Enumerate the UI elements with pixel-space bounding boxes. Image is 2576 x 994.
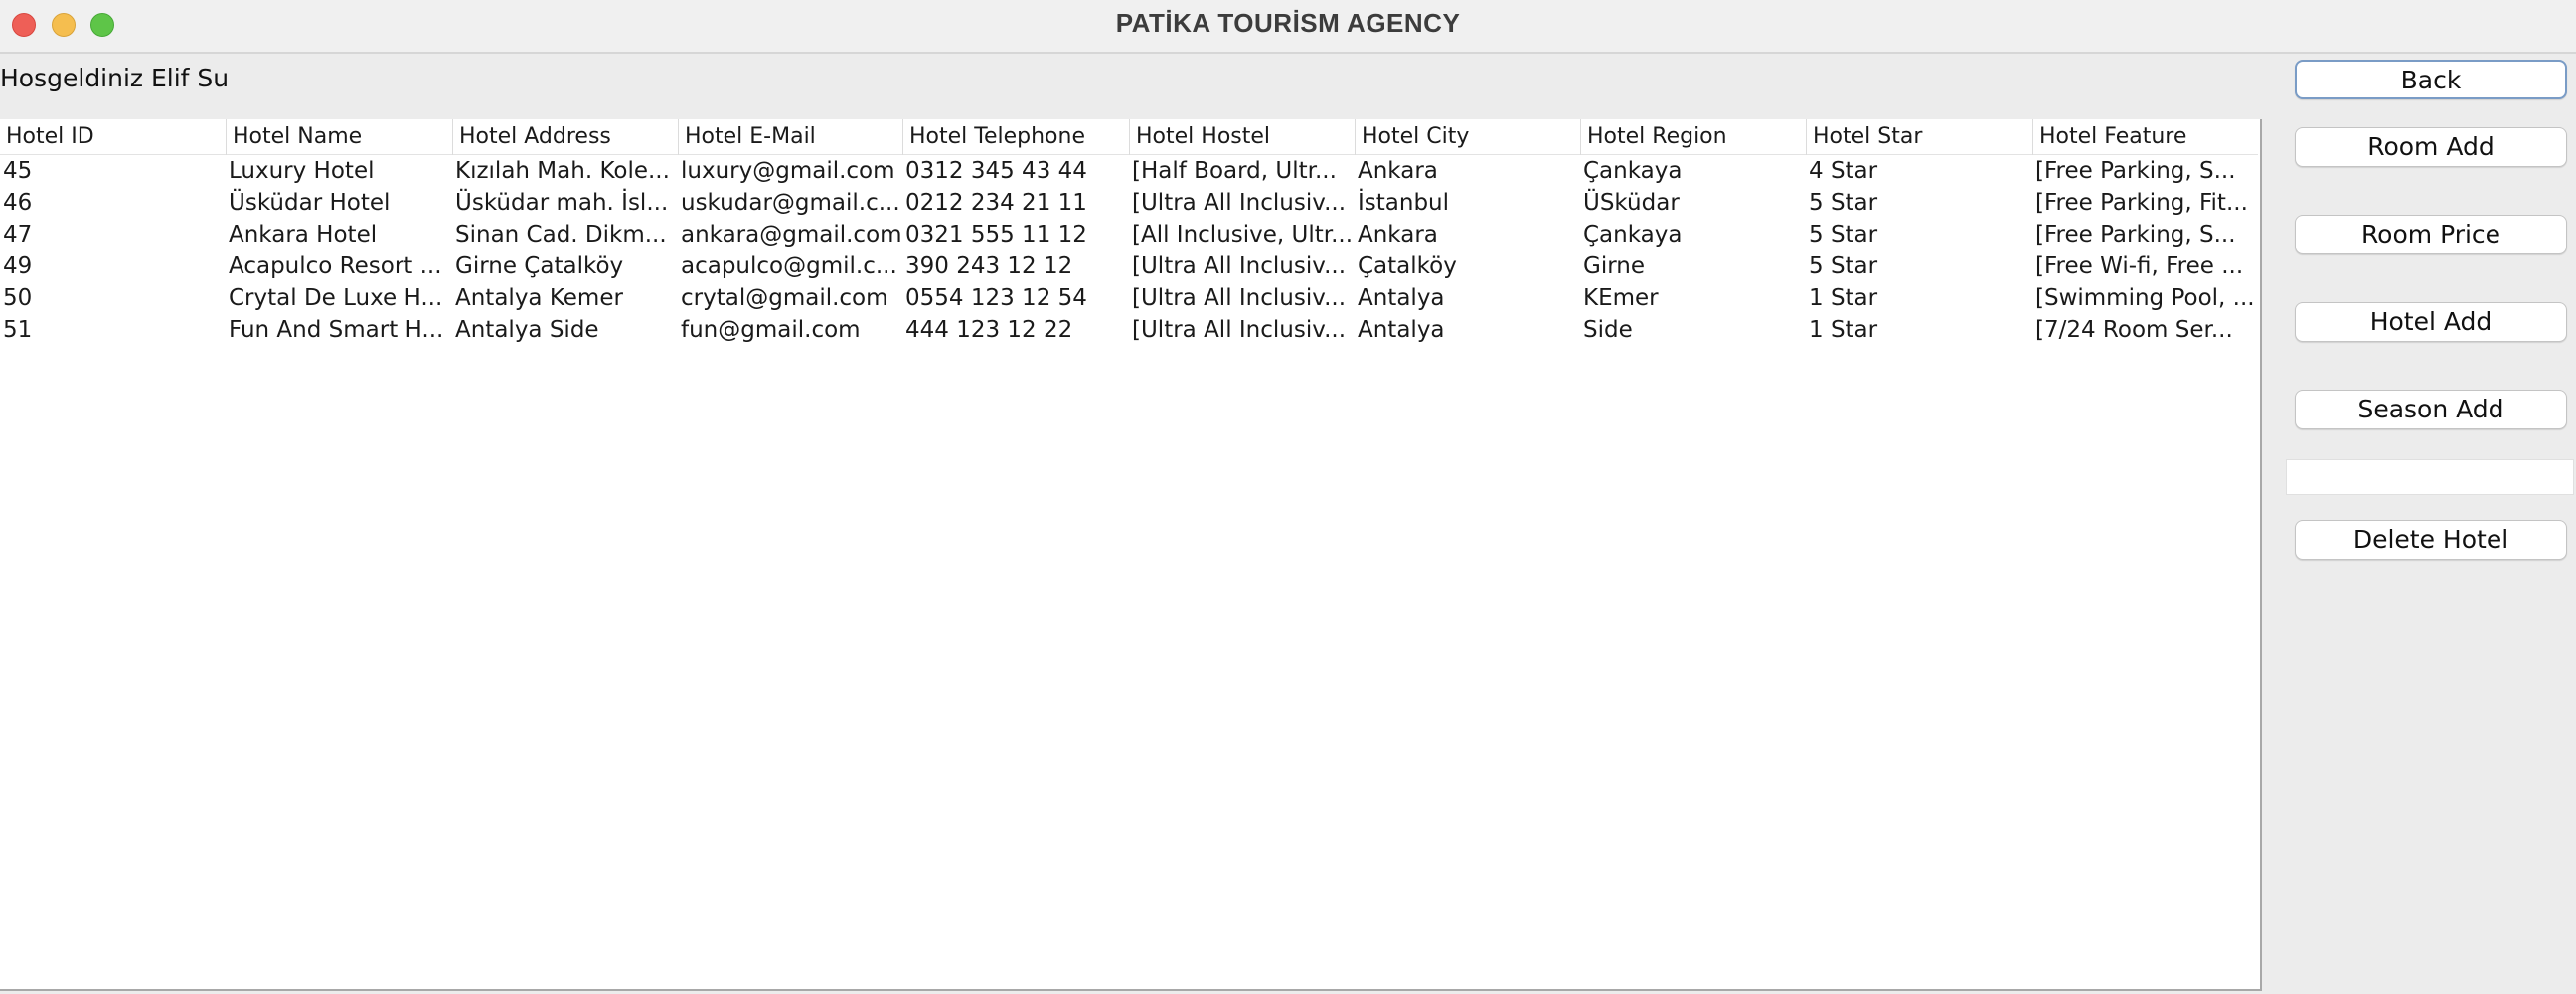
- title-bar: PATİKA TOURİSM AGENCY: [0, 0, 2576, 54]
- cell-hotel-address: Girne Çatalköy: [455, 253, 624, 279]
- cell-hotel-city: Çatalköy: [1358, 253, 1457, 279]
- cell-hotel-star: 1 Star: [1809, 285, 1878, 311]
- cell-hotel-star: 5 Star: [1809, 253, 1878, 279]
- column-header-hotel-feature[interactable]: Hotel Feature: [2032, 119, 2258, 155]
- cell-hotel-telephone: 0212 234 21 11: [905, 190, 1087, 216]
- cell-hotel-address: Kızılah Mah. Kole...: [455, 158, 670, 184]
- cell-hotel-region: Çankaya: [1583, 222, 1683, 248]
- cell-hotel-telephone: 0312 345 43 44: [905, 158, 1087, 184]
- table-row[interactable]: 47 Ankara Hotel Sinan Cad. Dikm... ankar…: [0, 219, 2258, 250]
- column-header-hotel-region[interactable]: Hotel Region: [1580, 119, 1806, 155]
- cell-hotel-hostel: [Ultra All Inclusiv...: [1132, 253, 1347, 279]
- cell-hotel-region: Girne: [1583, 253, 1645, 279]
- cell-hotel-star: 5 Star: [1809, 222, 1878, 248]
- cell-hotel-hostel: [Ultra All Inclusiv...: [1132, 190, 1347, 216]
- cell-hotel-hostel: [Ultra All Inclusiv...: [1132, 317, 1347, 343]
- delete-hotel-id-field[interactable]: [2286, 459, 2574, 495]
- table-row[interactable]: 46 Üsküdar Hotel Üsküdar mah. İsl... usk…: [0, 187, 2258, 219]
- cell-hotel-feature: [Swimming Pool, ...: [2035, 285, 2255, 311]
- cell-hotel-region: KEmer: [1583, 285, 1659, 311]
- cell-hotel-address: Antalya Kemer: [455, 285, 623, 311]
- column-header-hotel-name[interactable]: Hotel Name: [226, 119, 452, 155]
- cell-hotel-name: Acapulco Resort ...: [229, 253, 442, 279]
- cell-hotel-feature: [Free Wi-fi, Free ...: [2035, 253, 2244, 279]
- column-header-hotel-city[interactable]: Hotel City: [1355, 119, 1580, 155]
- cell-hotel-name: Üsküdar Hotel: [229, 190, 391, 216]
- cell-hotel-telephone: 444 123 12 22: [905, 317, 1073, 343]
- table-row[interactable]: 45 Luxury Hotel Kızılah Mah. Kole... lux…: [0, 155, 2258, 187]
- cell-hotel-id: 46: [3, 190, 33, 216]
- column-header-hotel-star[interactable]: Hotel Star: [1806, 119, 2032, 155]
- cell-hotel-region: ÜSküdar: [1583, 190, 1680, 216]
- cell-hotel-telephone: 390 243 12 12: [905, 253, 1073, 279]
- cell-hotel-name: Crytal De Luxe H...: [229, 285, 443, 311]
- cell-hotel-feature: [Free Parking, S...: [2035, 222, 2236, 248]
- cell-hotel-hostel: [Half Board, Ultr...: [1132, 158, 1337, 184]
- cell-hotel-id: 47: [3, 222, 33, 248]
- table-body: 45 Luxury Hotel Kızılah Mah. Kole... lux…: [0, 155, 2258, 346]
- column-header-hotel-telephone[interactable]: Hotel Telephone: [902, 119, 1129, 155]
- app-window: PATİKA TOURİSM AGENCY Hosgeldiniz Elif S…: [0, 0, 2576, 994]
- hotel-table: Hotel ID Hotel Name Hotel Address Hotel …: [0, 119, 2262, 991]
- cell-hotel-email: acapulco@gmil.c...: [681, 253, 897, 279]
- cell-hotel-telephone: 0321 555 11 12: [905, 222, 1087, 248]
- welcome-label: Hosgeldiniz Elif Su: [0, 64, 230, 92]
- cell-hotel-name: Fun And Smart H...: [229, 317, 444, 343]
- cell-hotel-feature: [Free Parking, Fit...: [2035, 190, 2248, 216]
- cell-hotel-city: Antalya: [1358, 285, 1445, 311]
- cell-hotel-city: İstanbul: [1358, 190, 1450, 216]
- cell-hotel-address: Üsküdar mah. İsl...: [455, 190, 669, 216]
- cell-hotel-address: Antalya Side: [455, 317, 599, 343]
- cell-hotel-star: 1 Star: [1809, 317, 1878, 343]
- cell-hotel-email: uskudar@gmail.c...: [681, 190, 900, 216]
- season-add-button[interactable]: Season Add: [2295, 390, 2567, 429]
- cell-hotel-star: 4 Star: [1809, 158, 1878, 184]
- column-header-hotel-address[interactable]: Hotel Address: [452, 119, 678, 155]
- column-header-hotel-hostel[interactable]: Hotel Hostel: [1129, 119, 1355, 155]
- cell-hotel-city: Ankara: [1358, 158, 1438, 184]
- column-header-hotel-id[interactable]: Hotel ID: [0, 119, 226, 155]
- delete-hotel-button[interactable]: Delete Hotel: [2295, 520, 2567, 560]
- cell-hotel-city: Ankara: [1358, 222, 1438, 248]
- cell-hotel-email: fun@gmail.com: [681, 317, 861, 343]
- cell-hotel-name: Luxury Hotel: [229, 158, 375, 184]
- cell-hotel-address: Sinan Cad. Dikm...: [455, 222, 667, 248]
- cell-hotel-city: Antalya: [1358, 317, 1445, 343]
- cell-hotel-region: Çankaya: [1583, 158, 1683, 184]
- cell-hotel-id: 50: [3, 285, 33, 311]
- cell-hotel-email: ankara@gmail.com: [681, 222, 902, 248]
- window-title: PATİKA TOURİSM AGENCY: [1115, 8, 1461, 38]
- cell-hotel-id: 51: [3, 317, 33, 343]
- room-add-button[interactable]: Room Add: [2295, 127, 2567, 167]
- cell-hotel-id: 49: [3, 253, 33, 279]
- hotel-add-button[interactable]: Hotel Add: [2295, 302, 2567, 342]
- cell-hotel-feature: [7/24 Room Ser...: [2035, 317, 2233, 343]
- cell-hotel-telephone: 0554 123 12 54: [905, 285, 1087, 311]
- cell-hotel-id: 45: [3, 158, 33, 184]
- table-row[interactable]: 49 Acapulco Resort ... Girne Çatalköy ac…: [0, 250, 2258, 282]
- table-header: Hotel ID Hotel Name Hotel Address Hotel …: [0, 119, 2258, 155]
- room-price-button[interactable]: Room Price: [2295, 215, 2567, 254]
- cell-hotel-name: Ankara Hotel: [229, 222, 378, 248]
- cell-hotel-hostel: [Ultra All Inclusiv...: [1132, 285, 1347, 311]
- column-header-hotel-email[interactable]: Hotel E-Mail: [678, 119, 902, 155]
- cell-hotel-star: 5 Star: [1809, 190, 1878, 216]
- cell-hotel-feature: [Free Parking, S...: [2035, 158, 2236, 184]
- table-row[interactable]: 50 Crytal De Luxe H... Antalya Kemer cry…: [0, 282, 2258, 314]
- cell-hotel-email: luxury@gmail.com: [681, 158, 895, 184]
- table-row[interactable]: 51 Fun And Smart H... Antalya Side fun@g…: [0, 314, 2258, 346]
- back-button[interactable]: Back: [2295, 60, 2567, 99]
- cell-hotel-email: crytal@gmail.com: [681, 285, 888, 311]
- cell-hotel-hostel: [All Inclusive, Ultr...: [1132, 222, 1354, 248]
- cell-hotel-region: Side: [1583, 317, 1633, 343]
